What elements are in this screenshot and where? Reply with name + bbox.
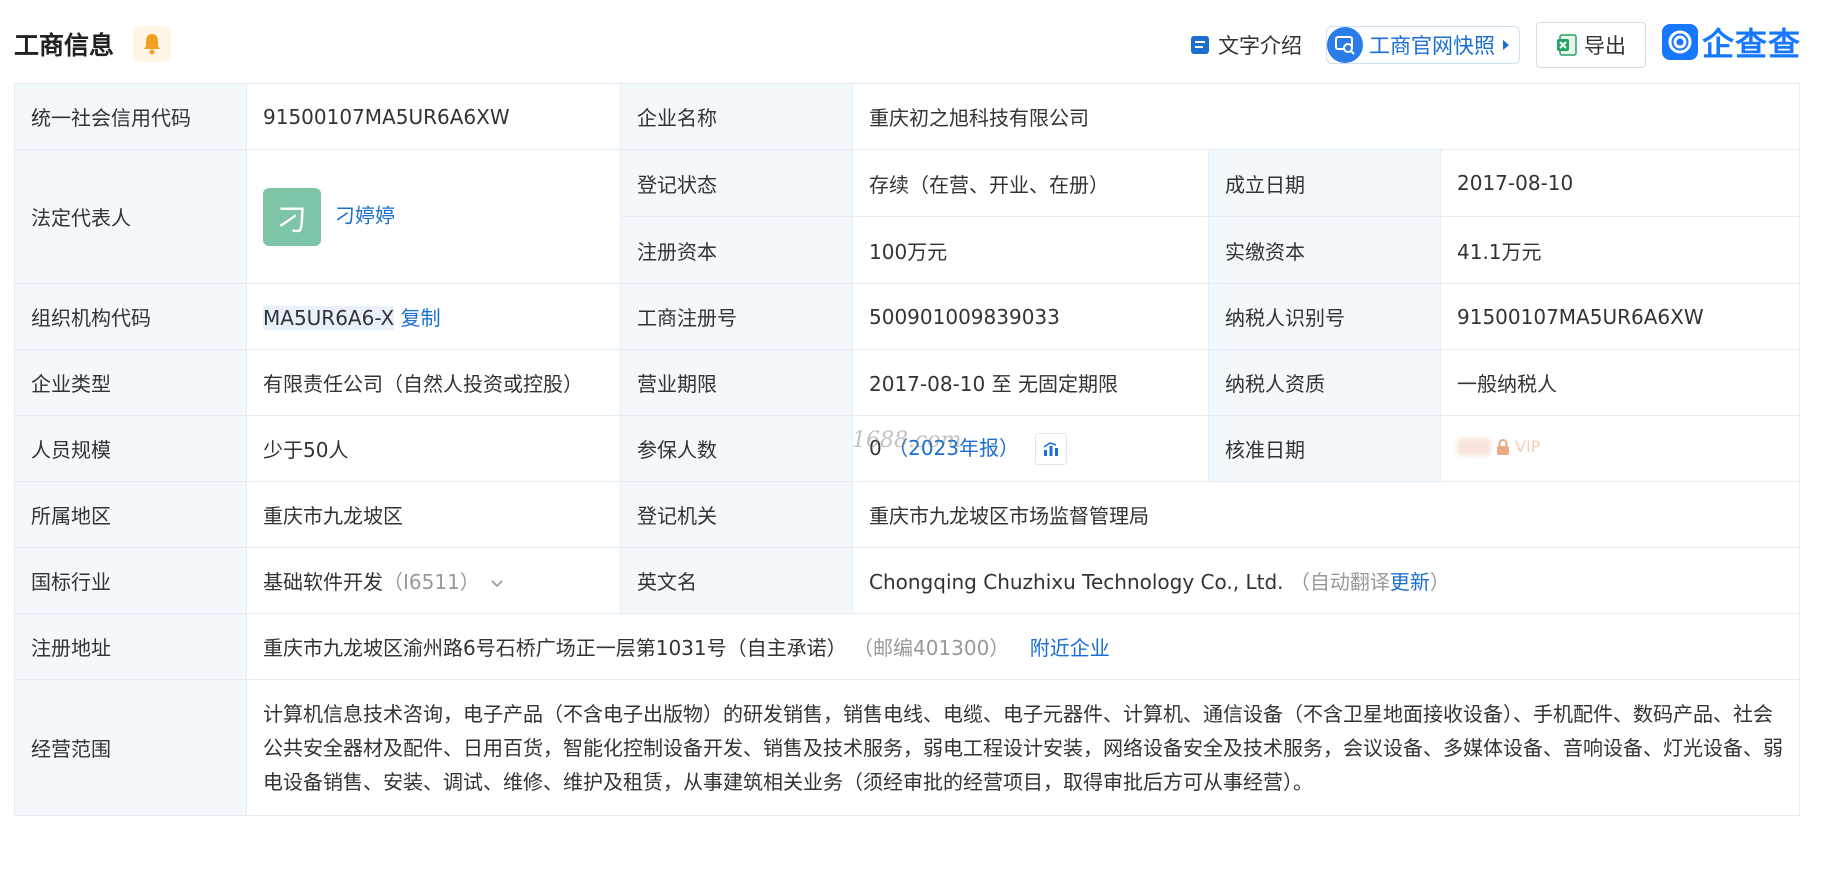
monitor-bell-button[interactable] [133, 26, 171, 62]
table-row: 注册地址 重庆市九龙坡区渝州路6号石桥广场正一层第1031号（自主承诺） （邮编… [14, 613, 1801, 680]
vip-lock[interactable]: VIP [1457, 437, 1540, 456]
company-name-value: 重庆初之旭科技有限公司 [851, 83, 1801, 150]
excel-icon [1557, 34, 1577, 56]
reg-capital-label: 注册资本 [620, 216, 853, 284]
annual-report-link[interactable]: （2023年报） [888, 436, 1019, 460]
founded-label: 成立日期 [1208, 149, 1441, 217]
insured-label: 参保人数 [620, 415, 853, 482]
reg-no-value: 500901009839033 [852, 283, 1209, 350]
official-snapshot-button[interactable]: 工商官网快照 [1326, 26, 1520, 64]
brand-logo: 企查查 [1662, 22, 1802, 63]
insured-value: 0 [869, 435, 882, 460]
english-name-cell: Chongqing Chuzhixu Technology Co., Ltd. … [851, 547, 1801, 614]
caret-right-icon [1503, 40, 1509, 50]
region-label: 所属地区 [14, 481, 247, 548]
document-icon [1191, 36, 1209, 54]
industry-cell[interactable]: 基础软件开发（I6511） [246, 547, 621, 614]
company-type-label: 企业类型 [14, 349, 247, 416]
biz-term-value: 2017-08-10 至 无固定期限 [852, 349, 1209, 416]
staff-size-value: 少于50人 [246, 415, 621, 482]
chevron-down-icon[interactable] [490, 579, 504, 589]
industry-value: 基础软件开发 [263, 570, 383, 594]
address-value: 重庆市九龙坡区渝州路6号石桥广场正一层第1031号（自主承诺） [263, 636, 847, 660]
table-row: 人员规模 少于50人 参保人数 0 （2023年报） 核准日期 VIP [14, 415, 1801, 482]
avatar[interactable]: 刁 [263, 187, 321, 246]
taxpayer-id-value: 91500107MA5UR6A6XW [1439, 283, 1801, 350]
lock-icon [1497, 438, 1509, 455]
approval-date-cell[interactable]: VIP [1439, 415, 1801, 482]
paid-capital-label: 实缴资本 [1208, 216, 1441, 284]
reg-no-label: 工商注册号 [620, 283, 853, 350]
insured-cell: 0 （2023年报） [852, 415, 1209, 482]
taxpayer-qual-label: 纳税人资质 [1208, 349, 1441, 416]
industry-code: （I6511） [383, 570, 480, 594]
export-label: 导出 [1584, 34, 1626, 58]
taxpayer-qual-value: 一般纳税人 [1439, 349, 1801, 416]
english-name-value: Chongqing Chuzhixu Technology Co., Ltd. [869, 570, 1284, 594]
authority-label: 登记机关 [620, 481, 853, 548]
table-row: 所属地区 重庆市九龙坡区 登记机关 重庆市九龙坡区市场监督管理局 [14, 481, 1801, 548]
paid-capital-value: 41.1万元 [1439, 216, 1801, 284]
nearby-companies-link[interactable]: 附近企业 [1030, 636, 1110, 660]
translate-note-prefix: （自动翻译 [1289, 570, 1390, 594]
company-type-value: 有限责任公司（自然人投资或控股） [246, 349, 621, 416]
business-info-table: 统一社会信用代码 91500107MA5UR6A6XW 企业名称 重庆初之旭科技… [14, 83, 1801, 816]
industry-label: 国标行业 [14, 547, 247, 614]
status-value: 存续（在营、开业、在册） [852, 149, 1209, 217]
taxpayer-id-label: 纳税人识别号 [1208, 283, 1441, 350]
postcode: （邮编401300） [852, 636, 1010, 660]
trend-chart-button[interactable] [1035, 433, 1068, 466]
credit-code-label: 统一社会信用代码 [14, 83, 247, 150]
biz-term-label: 营业期限 [620, 349, 853, 416]
bell-icon [144, 34, 160, 55]
export-button[interactable]: 导出 [1536, 22, 1646, 68]
logo-text: 企查查 [1702, 25, 1802, 63]
credit-code-value: 91500107MA5UR6A6XW [246, 83, 621, 150]
table-row: 经营范围 计算机信息技术咨询，电子产品（不含电子出版物）的研发销售，销售电线、电… [14, 679, 1801, 816]
org-code-value: MA5UR6A6-X [263, 306, 395, 330]
table-row: 企业类型 有限责任公司（自然人投资或控股） 营业期限 2017-08-10 至 … [14, 349, 1801, 416]
copy-link[interactable]: 复制 [401, 306, 441, 330]
scope-label: 经营范围 [14, 679, 247, 816]
section-title: 工商信息 [14, 31, 115, 60]
blurred-value [1457, 437, 1491, 456]
english-name-label: 英文名 [620, 547, 853, 614]
table-row: 统一社会信用代码 91500107MA5UR6A6XW 企业名称 重庆初之旭科技… [14, 83, 1801, 150]
chart-icon [1043, 442, 1059, 457]
text-intro-label: 文字介绍 [1218, 34, 1302, 58]
update-translation-link[interactable]: 更新 [1390, 570, 1430, 594]
status-label: 登记状态 [620, 149, 853, 217]
legal-rep-label: 法定代表人 [14, 149, 247, 284]
reg-capital-value: 100万元 [852, 216, 1209, 284]
staff-size-label: 人员规模 [14, 415, 247, 482]
table-row: 国标行业 基础软件开发（I6511） 英文名 Chongqing Chuzhix… [14, 547, 1801, 614]
legal-rep-cell: 刁刁婷婷 [246, 149, 621, 284]
logo-icon [1662, 24, 1698, 60]
table-row: 组织机构代码 MA5UR6A6-X 复制 工商注册号 5009010098390… [14, 283, 1801, 350]
text-intro-button[interactable]: 文字介绍 [1190, 28, 1302, 62]
snapshot-label: 工商官网快照 [1369, 34, 1495, 58]
snapshot-icon [1327, 27, 1363, 63]
table-row: 法定代表人 刁刁婷婷 登记状态 存续（在营、开业、在册） 成立日期 2017-0… [14, 149, 1801, 284]
address-cell: 重庆市九龙坡区渝州路6号石桥广场正一层第1031号（自主承诺） （邮编40130… [245, 613, 1801, 680]
vip-label: VIP [1515, 437, 1541, 456]
authority-value: 重庆市九龙坡区市场监督管理局 [851, 481, 1801, 548]
address-label: 注册地址 [14, 613, 247, 680]
section-header: 工商信息 文字介绍 工商官网快照 导出 企查查 [0, 0, 1836, 84]
company-name-label: 企业名称 [620, 83, 853, 150]
founded-value: 2017-08-10 [1439, 149, 1801, 217]
region-value: 重庆市九龙坡区 [246, 481, 621, 548]
org-code-label: 组织机构代码 [14, 283, 247, 350]
legal-rep-link[interactable]: 刁婷婷 [335, 203, 395, 227]
org-code-cell: MA5UR6A6-X 复制 [246, 283, 621, 350]
scope-value: 计算机信息技术咨询，电子产品（不含电子出版物）的研发销售，销售电线、电缆、电子元… [245, 679, 1801, 816]
approval-date-label: 核准日期 [1208, 415, 1441, 482]
translate-note-suffix: ） [1429, 570, 1450, 594]
